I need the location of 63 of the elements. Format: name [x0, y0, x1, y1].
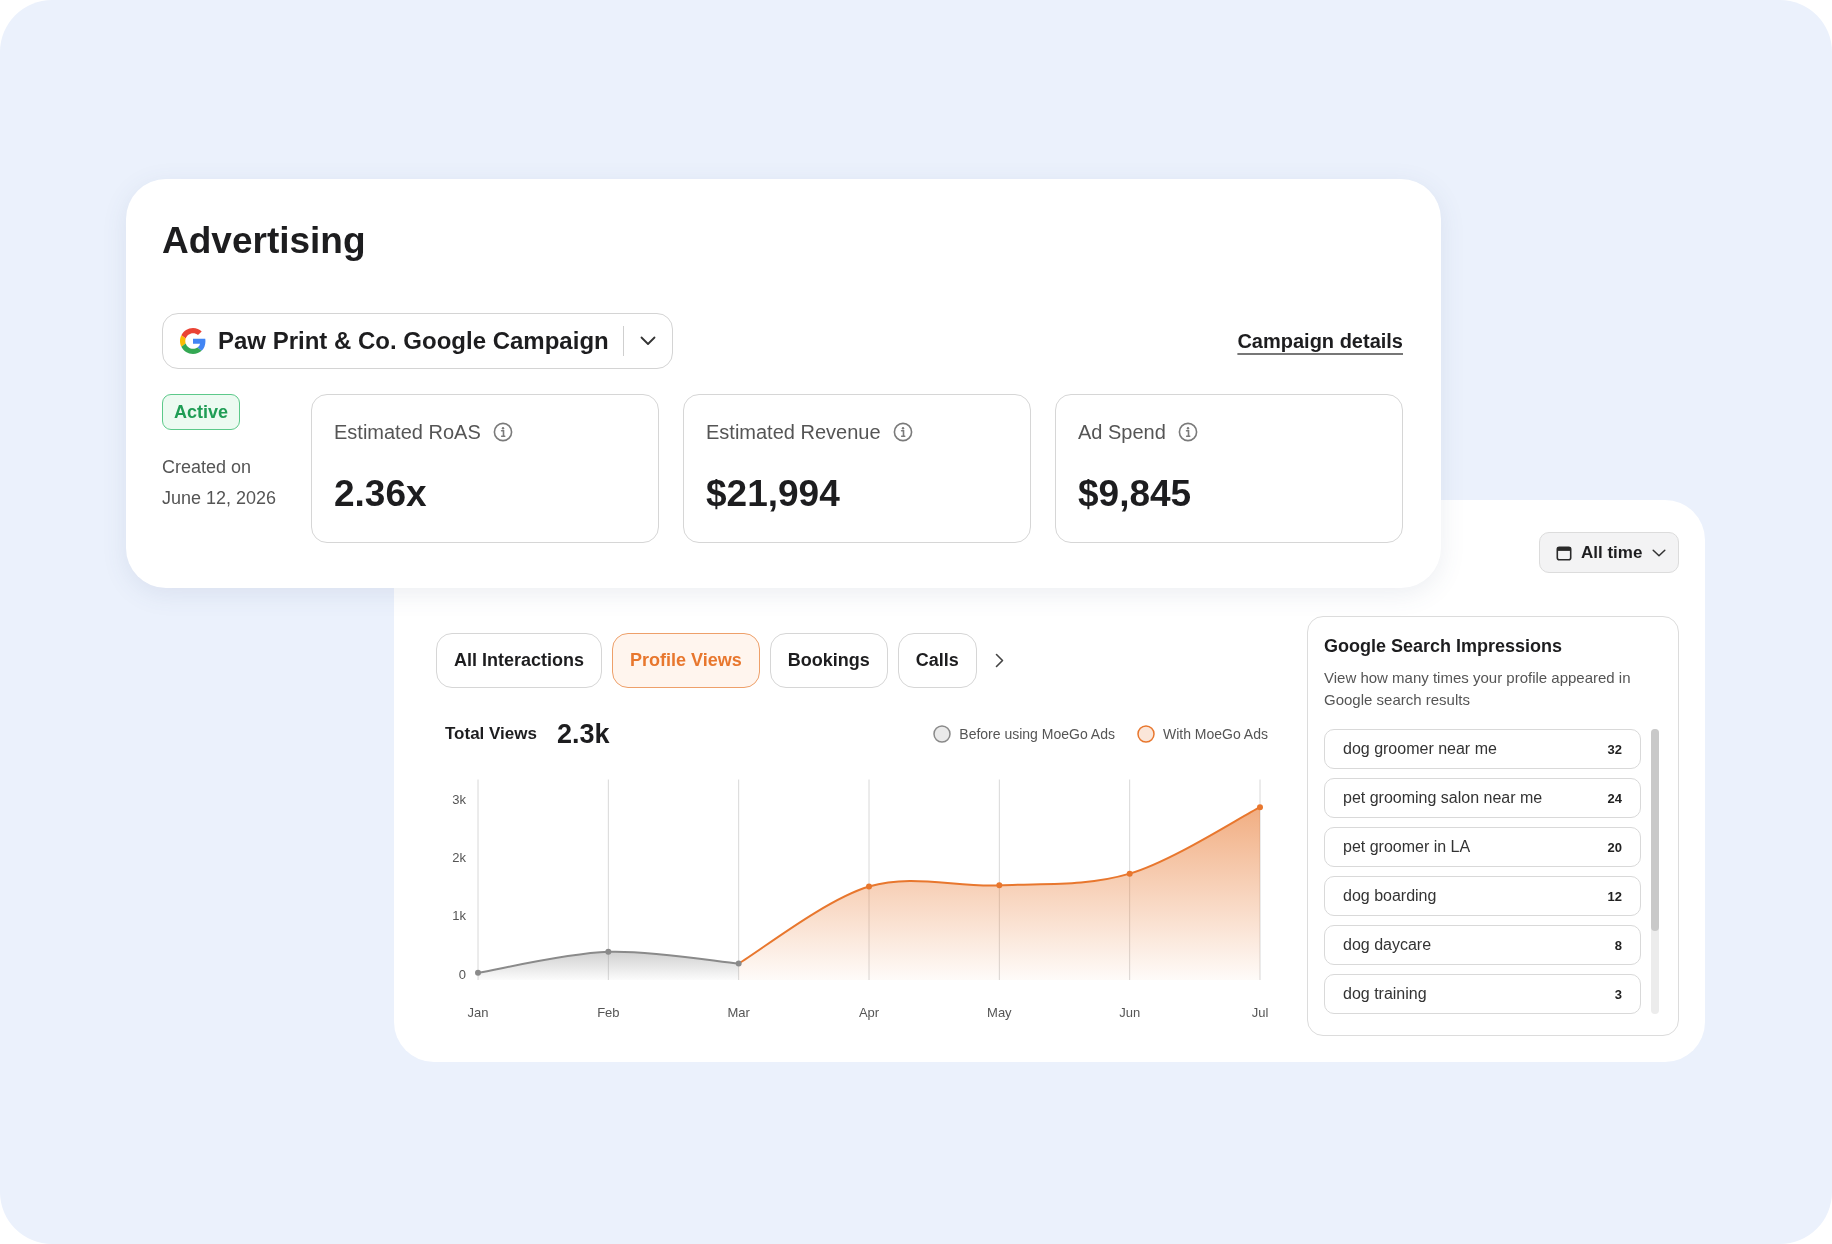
x-axis-label: Jul — [1251, 1005, 1269, 1020]
x-axis-label: Jun — [1119, 1005, 1141, 1020]
metric-label: Estimated RoAS — [334, 420, 481, 445]
status-badge: Active — [162, 394, 241, 430]
info-icon[interactable] — [1177, 422, 1198, 442]
impression-count: 20 — [1607, 839, 1622, 855]
impression-count: 3 — [1614, 986, 1622, 1002]
metric-value: $21,994 — [706, 472, 840, 516]
search-term: dog daycare — [1343, 936, 1432, 954]
created-label: Created on — [162, 456, 252, 479]
tab[interactable]: Bookings — [769, 633, 888, 688]
date-filter-dropdown[interactable]: All time — [1539, 532, 1679, 573]
metric-value: $9,845 — [1078, 472, 1192, 516]
data-point — [735, 960, 742, 967]
info-icon[interactable] — [492, 422, 513, 442]
impression-count: 8 — [1614, 937, 1622, 953]
x-axis-label: May — [987, 1005, 1012, 1020]
campaign-details-link[interactable]: Campaign details — [1237, 328, 1403, 354]
legend-dot-icon — [933, 725, 952, 743]
tab[interactable]: Calls — [897, 633, 977, 688]
x-axis-label: Mar — [727, 1005, 750, 1020]
google-logo-icon — [180, 328, 206, 354]
search-term: dog training — [1343, 985, 1427, 1003]
y-axis-label: 3k — [452, 791, 466, 807]
search-term: pet grooming salon near me — [1343, 789, 1543, 807]
y-axis-label: 1k — [452, 908, 466, 924]
x-axis-label: Apr — [858, 1005, 880, 1020]
total-label: Total Views — [445, 724, 537, 744]
impression-count: 12 — [1607, 888, 1622, 904]
x-axis-label: Feb — [597, 1005, 620, 1020]
calendar-icon — [1556, 544, 1572, 561]
legend-label: With MoeGo Ads — [1162, 726, 1268, 742]
campaign-dropdown[interactable]: Paw Print & Co. Google Campaign — [162, 313, 674, 369]
search-term: dog groomer near me — [1343, 740, 1497, 758]
data-point — [605, 948, 612, 955]
panel-title: Google Search Impressions — [1324, 635, 1563, 658]
search-term: dog boarding — [1343, 887, 1437, 905]
legend-dot-icon — [1136, 725, 1155, 743]
info-icon[interactable] — [892, 422, 913, 442]
impression-count: 24 — [1607, 790, 1622, 806]
legend-label: Before using MoeGo Ads — [959, 726, 1115, 742]
chevron-down-icon — [640, 336, 657, 346]
search-term: pet groomer in LA — [1343, 838, 1471, 856]
metric-label: Estimated Revenue — [706, 420, 881, 445]
data-point — [1126, 870, 1133, 877]
data-point — [1257, 804, 1263, 811]
chevron-right-icon[interactable] — [994, 653, 1004, 668]
y-axis-label: 2k — [452, 849, 466, 865]
x-axis-label: Jan — [467, 1005, 489, 1020]
chevron-down-icon — [1652, 548, 1666, 557]
page-title: Advertising — [162, 219, 366, 263]
metric-value: 2.36x — [334, 472, 427, 516]
metric-label: Ad Spend — [1078, 420, 1166, 445]
total-value: 2.3k — [556, 718, 610, 750]
created-date: June 12, 2026 — [162, 487, 277, 510]
scrollbar-thumb[interactable] — [1651, 729, 1659, 931]
y-axis-label: 0 — [458, 966, 466, 982]
panel-description: View how many times your profile appeared in Google search results — [1324, 668, 1632, 710]
data-point — [866, 883, 872, 890]
data-point — [996, 882, 1003, 889]
impression-count: 32 — [1607, 741, 1622, 757]
data-point — [475, 969, 481, 976]
tab[interactable]: All Interactions — [436, 633, 603, 688]
